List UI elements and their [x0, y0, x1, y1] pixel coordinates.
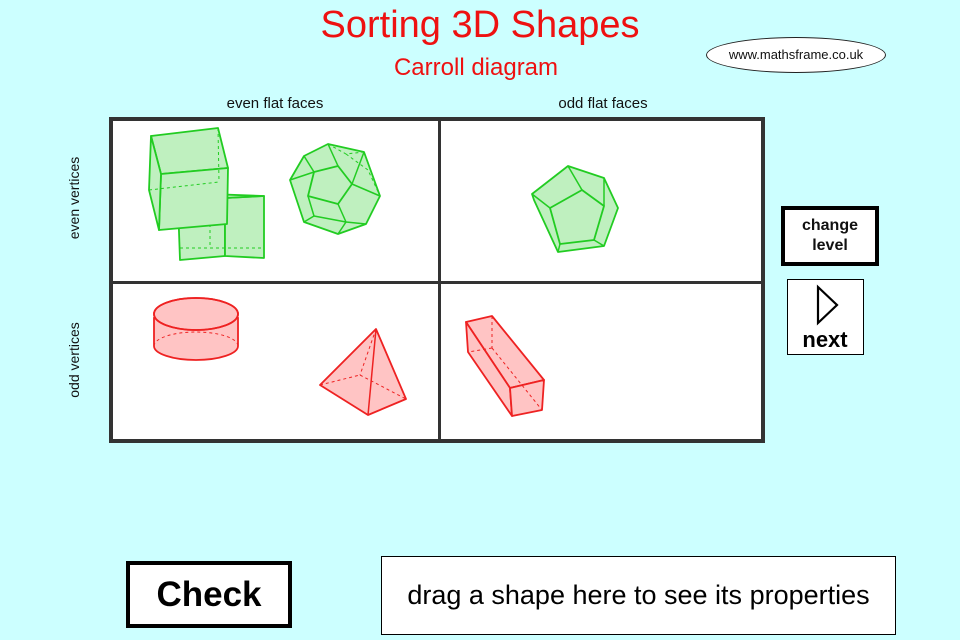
column-header-odd-flat-faces: odd flat faces [558, 95, 648, 112]
square-based-pyramid-shape[interactable] [316, 325, 410, 419]
column-header-even-flat-faces: even flat faces [226, 95, 324, 112]
square-prism-shape[interactable] [462, 312, 548, 420]
row-header-even-vertices: even vertices [66, 156, 82, 240]
row-header-odd-vertices: odd vertices [66, 322, 82, 398]
check-button[interactable]: Check [126, 561, 292, 628]
play-arrow-icon [816, 284, 839, 326]
grid-divider-vertical [438, 121, 441, 439]
next-label: next [802, 327, 848, 352]
next-button[interactable]: next [787, 279, 864, 355]
website-link[interactable]: www.mathsframe.co.uk [706, 37, 886, 73]
cylinder-shape[interactable] [148, 292, 244, 372]
pentagonal-solid-shape[interactable] [528, 164, 620, 256]
grid-divider-horizontal [113, 281, 761, 284]
shape-properties-drop-zone[interactable]: drag a shape here to see its properties [381, 556, 896, 635]
dodecahedron-shape[interactable] [286, 138, 384, 238]
cube-shape[interactable] [143, 124, 235, 234]
change-level-button[interactable]: change level [781, 206, 879, 266]
